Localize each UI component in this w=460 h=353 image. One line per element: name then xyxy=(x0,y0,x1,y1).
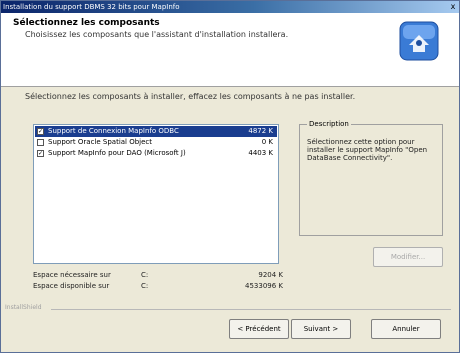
component-row-dao[interactable]: ✓ Support MapInfo pour DAO (Microsoft J)… xyxy=(35,148,277,159)
header-title: Sélectionnez les composants xyxy=(13,18,160,28)
description-text: Sélectionnez cette option pour installer… xyxy=(307,138,428,162)
space-required-drive: C: xyxy=(141,271,149,279)
space-required-value: 9204 K xyxy=(258,271,283,279)
component-size: 0 K xyxy=(261,138,273,146)
component-size: 4403 K xyxy=(248,149,273,157)
close-icon[interactable]: x xyxy=(449,1,457,13)
component-row-oracle[interactable]: Support Oracle Spatial Object 0 K xyxy=(35,137,277,148)
description-legend: Description xyxy=(307,120,351,128)
component-checkbox-oracle[interactable] xyxy=(37,139,44,146)
installshield-brand: InstallShield xyxy=(5,304,42,311)
space-available-label: Espace disponible sur xyxy=(33,282,110,290)
back-button[interactable]: < Précédent xyxy=(229,319,289,339)
component-list[interactable]: ✓ Support de Connexion MapInfo ODBC 4872… xyxy=(33,124,279,264)
header-subtitle: Choisissez les composants que l'assistan… xyxy=(25,30,289,39)
cancel-button[interactable]: Annuler xyxy=(371,319,441,339)
component-label: Support de Connexion MapInfo ODBC xyxy=(48,127,179,135)
wizard-header: Sélectionnez les composants Choisissez l… xyxy=(1,13,459,87)
footer-divider xyxy=(51,309,451,310)
instruction-text: Sélectionnez les composants à installer,… xyxy=(25,92,356,101)
component-checkbox-odbc[interactable]: ✓ xyxy=(37,128,44,135)
space-required-label: Espace nécessaire sur xyxy=(33,271,111,279)
component-label: Support Oracle Spatial Object xyxy=(48,138,153,146)
space-available-drive: C: xyxy=(141,282,149,290)
component-label: Support MapInfo pour DAO (Microsoft J) xyxy=(48,149,186,157)
installer-window: Installation du support DBMS 32 bits pou… xyxy=(0,0,460,353)
component-checkbox-dao[interactable]: ✓ xyxy=(37,150,44,157)
component-row-odbc[interactable]: ✓ Support de Connexion MapInfo ODBC 4872… xyxy=(35,126,277,137)
component-size: 4872 K xyxy=(248,127,273,135)
space-available-value: 4533096 K xyxy=(245,282,283,290)
window-title: Installation du support DBMS 32 bits pou… xyxy=(3,3,180,11)
install-wizard-icon xyxy=(399,21,439,61)
change-button[interactable]: Modifier... xyxy=(373,247,443,267)
next-button[interactable]: Suivant > xyxy=(291,319,351,339)
title-bar[interactable]: Installation du support DBMS 32 bits pou… xyxy=(1,1,459,13)
